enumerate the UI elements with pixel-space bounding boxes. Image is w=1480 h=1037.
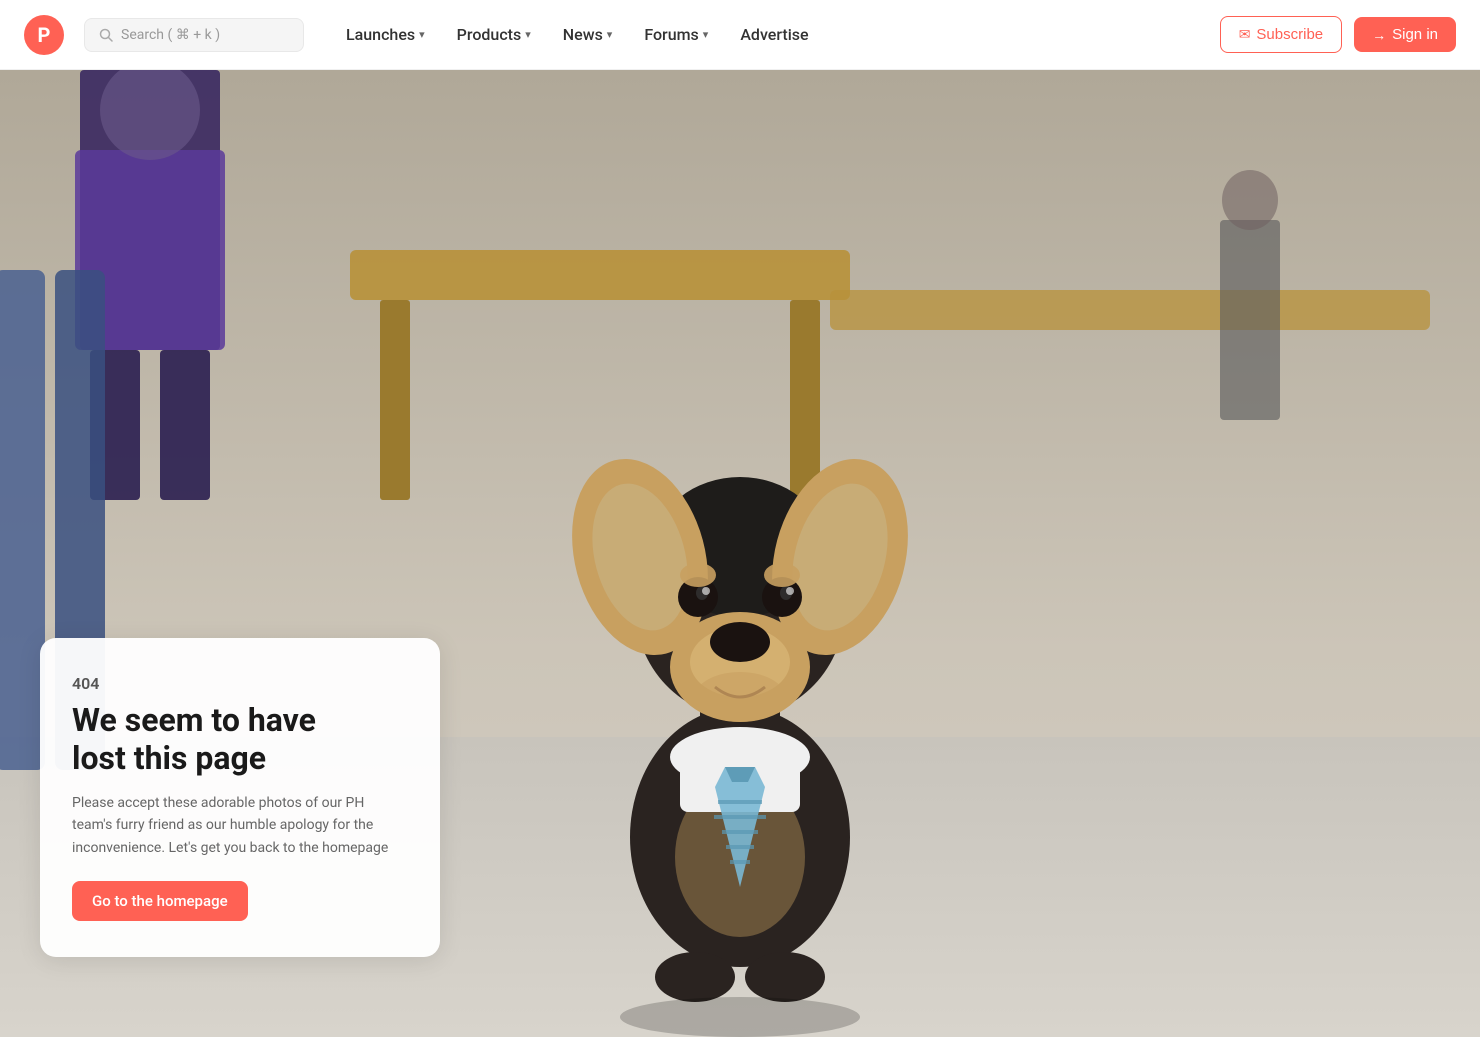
- logo[interactable]: P: [24, 15, 64, 55]
- table-leg-1: [380, 300, 410, 500]
- navbar: P Search ( ⌘ + k ) Launches ▾ Products ▾…: [0, 0, 1480, 70]
- nav-item-launches[interactable]: Launches ▾: [332, 17, 439, 52]
- error-description: Please accept these adorable photos of o…: [72, 792, 408, 859]
- signin-icon: →: [1372, 27, 1386, 43]
- dog-svg: [550, 357, 930, 1037]
- nav-item-products[interactable]: Products ▾: [443, 17, 545, 52]
- error-code: 404: [72, 674, 408, 693]
- go-to-homepage-button[interactable]: Go to the homepage: [72, 881, 248, 921]
- hero-background: 404 We seem to have lost this page Pleas…: [0, 70, 1480, 1037]
- chevron-down-icon: ▾: [525, 28, 531, 41]
- dog-figure: [540, 287, 940, 1037]
- signin-button[interactable]: → Sign in: [1354, 17, 1456, 52]
- search-icon: [99, 28, 113, 42]
- error-title: We seem to have lost this page: [72, 701, 408, 778]
- nav-right: ✉ Subscribe → Sign in: [1220, 16, 1456, 53]
- nav-item-news[interactable]: News ▾: [549, 17, 627, 52]
- chevron-down-icon: ▾: [607, 28, 613, 41]
- search-placeholder: Search ( ⌘ + k ): [121, 27, 220, 43]
- nav-item-forums[interactable]: Forums ▾: [630, 17, 722, 52]
- background-person-right: [1200, 170, 1300, 420]
- subscribe-icon: ✉: [1239, 26, 1251, 43]
- logo-icon: P: [24, 15, 64, 55]
- search-box[interactable]: Search ( ⌘ + k ): [84, 18, 304, 52]
- nav-links: Launches ▾ Products ▾ News ▾ Forums ▾ Ad…: [332, 17, 1212, 52]
- chevron-down-icon: ▾: [419, 28, 425, 41]
- nav-item-advertise[interactable]: Advertise: [726, 17, 822, 52]
- error-card: 404 We seem to have lost this page Pleas…: [40, 638, 440, 957]
- subscribe-button[interactable]: ✉ Subscribe: [1220, 16, 1342, 53]
- chevron-down-icon: ▾: [703, 28, 709, 41]
